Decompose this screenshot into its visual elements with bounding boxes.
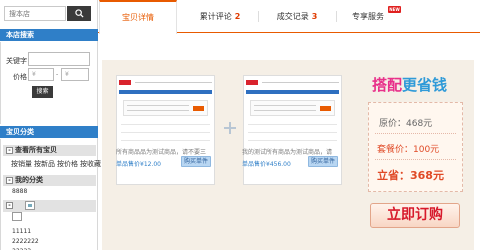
category-list: - 查看所有宝贝 按销量 按新品 按价格 按收藏 - 我的分类 8888 - 1111… [0,139,101,250]
tab-item-details[interactable]: 宝贝详情 [99,0,177,34]
tab-transactions[interactable]: 成交记录 3 [258,0,336,33]
broken-image-icon [12,212,22,221]
broken-image-icon [25,201,35,210]
view-all-items-link[interactable]: 查看所有宝贝 [15,145,57,156]
my-category-row[interactable]: - 我的分类 [3,175,96,186]
sidebar: 本店搜索 关键字 价格 ¥ - ¥ 搜索 宝贝分类 - 查看所有宝贝 按销量按新… [0,0,101,250]
sort-by-favorites-link[interactable]: 按收藏 [80,160,101,168]
price-separator: - [56,71,59,78]
category-item[interactable]: 2222222 [12,238,39,245]
product-price: 单品售价¥12.00 [116,161,161,168]
combo-price-box: 原价：468元 套餐价：100元 立省：368元 [368,102,463,192]
savings-amount: 立省：368元 [377,169,444,182]
thumb-header [246,78,339,87]
store-search-box[interactable] [4,6,66,21]
product-thumbnail[interactable] [243,75,342,185]
collapse-icon[interactable]: - [6,147,13,154]
product-thumbnail[interactable] [116,75,215,185]
sort-by-price-link[interactable]: 按价格 [57,160,78,168]
collapse-icon[interactable]: - [6,202,13,209]
store-search-button[interactable]: 搜索 [32,86,53,98]
order-now-button[interactable]: 立即订购 [370,203,460,228]
sort-by-sales-link[interactable]: 按销量 [11,160,32,168]
price-min-input[interactable]: ¥ [28,68,54,81]
search-icon [74,9,84,18]
transaction-count: 3 [311,12,318,21]
divider [375,133,456,134]
tab-label: 累计评论 [199,12,232,21]
store-search-form: 关键字 价格 ¥ - ¥ 搜索 [0,42,98,124]
view-all-items-row[interactable]: - 查看所有宝贝 [3,145,96,156]
store-search-header: 本店搜索 [0,29,98,41]
product-price: 单品售价¥456.00 [242,161,291,168]
my-category-label[interactable]: 我的分类 [15,175,43,186]
keyword-label: 关键字 [6,57,27,65]
price-max-input[interactable]: ¥ [61,68,89,81]
detail-tab-bar: 宝贝详情 累计评论 2 成交记录 3 专享服务 NEW [98,0,480,34]
sort-by-new-link[interactable]: 按新品 [34,160,55,168]
tab-label: 成交记录 [276,12,309,21]
price-label: 价格 [13,73,27,81]
buy-single-button[interactable]: 购买单件 [181,156,211,167]
category-item[interactable]: 8888 [12,188,27,195]
combo-title: 搭配更省钱 [372,76,448,94]
thumb-header [119,78,212,87]
product-title[interactable]: 我的测试所有商品为测试商品，请 [242,147,332,156]
divider [375,159,456,160]
plus-icon [224,122,236,134]
keyword-input[interactable] [28,52,90,66]
tab-label: 专享服务 [352,12,384,21]
sort-links: 按销量 按新品 按价格 按收藏 [11,159,103,169]
search-button[interactable] [67,6,91,21]
category-header: 宝贝分类 [0,126,98,138]
product-title[interactable]: 所有商品品为测试商品，请不要三 [116,147,206,156]
new-badge: NEW [388,6,401,13]
category-image-row[interactable]: - [3,200,96,212]
buy-single-button[interactable]: 购买单件 [308,156,338,167]
tab-exclusive-service[interactable]: 专享服务 [336,0,400,33]
combo-price: 套餐价：100元 [377,145,440,155]
store-search-input[interactable] [5,7,65,20]
tab-label: 宝贝详情 [122,13,154,22]
tab-reviews[interactable]: 累计评论 2 [182,0,258,33]
review-count: 2 [234,12,241,21]
original-price: 原价：468元 [379,119,433,129]
combo-summary: 搭配更省钱 原价：468元 套餐价：100元 立省：368元 立即订购 [364,74,472,229]
category-item[interactable]: 11111 [12,228,31,235]
collapse-icon[interactable]: - [6,177,13,184]
